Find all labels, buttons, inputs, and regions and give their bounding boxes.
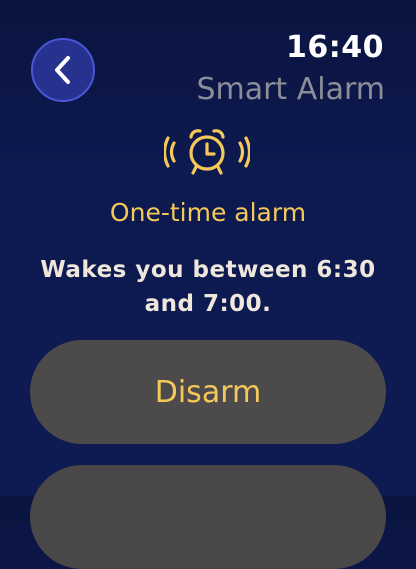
back-button[interactable] — [31, 38, 95, 102]
disarm-button-label: Disarm — [154, 374, 262, 410]
alarm-type-label: One-time alarm — [109, 198, 307, 227]
chevron-left-icon — [55, 56, 70, 84]
alarm-description: Wakes you between 6:30 and 7:00. — [40, 257, 376, 317]
clock-time: 16:40 — [286, 30, 384, 65]
page-title: Smart Alarm — [196, 72, 385, 107]
alarm-clock-ringing-icon — [164, 129, 250, 175]
secondary-button[interactable] — [30, 465, 386, 569]
disarm-button[interactable]: Disarm — [30, 340, 386, 444]
